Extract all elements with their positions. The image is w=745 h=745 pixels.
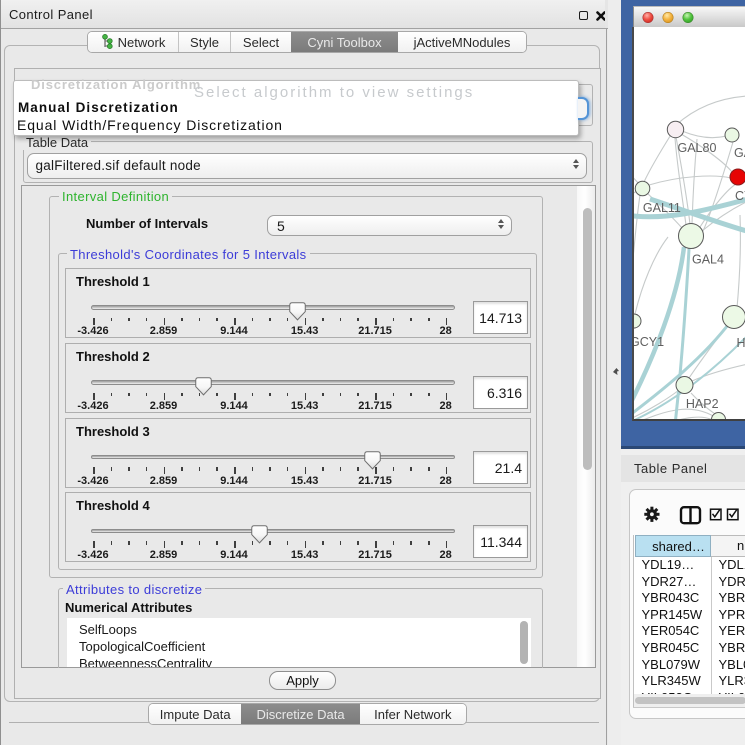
svg-text:GA: GA <box>734 146 745 160</box>
svg-text:GCY1: GCY1 <box>634 335 664 349</box>
svg-text:GAL11: GAL11 <box>642 201 680 215</box>
svg-text:GAL80: GAL80 <box>677 141 716 155</box>
svg-text:CY: CY <box>735 189 745 203</box>
svg-text:HA: HA <box>736 336 745 350</box>
svg-text:HAP2: HAP2 <box>685 397 718 411</box>
svg-text:GAL4: GAL4 <box>692 253 724 267</box>
